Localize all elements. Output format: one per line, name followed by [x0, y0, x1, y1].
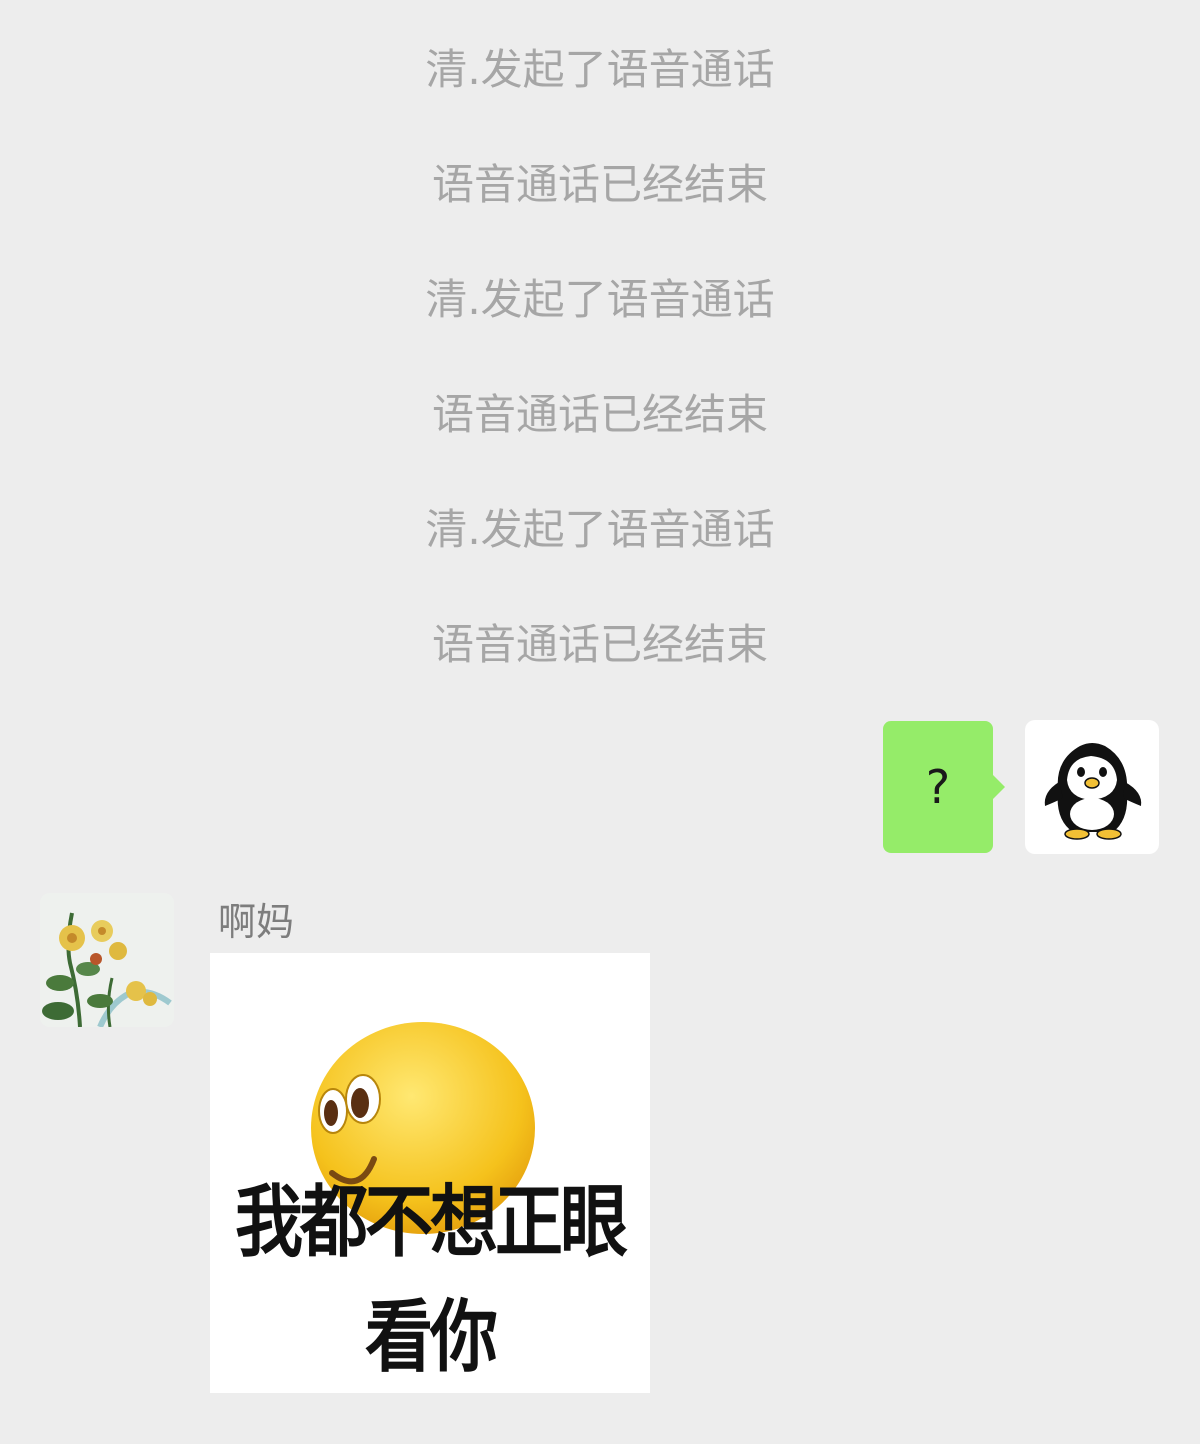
sender-name: 啊妈 [218, 900, 295, 944]
system-message: 清.发起了语音通话 [425, 505, 775, 554]
penguin-icon [1044, 743, 1142, 840]
system-message: 清.发起了语音通话 [425, 275, 775, 324]
my-message-bubble[interactable]: ? [883, 721, 1005, 853]
system-message: 语音通话已经结束 [431, 620, 768, 669]
system-message: 语音通话已经结束 [431, 390, 768, 439]
sticker-message[interactable]: 我都不想正眼看你 [210, 953, 650, 1393]
bubble-tail [992, 774, 1005, 800]
chat-window: 清.发起了语音通话 语音通话已经结束 清.发起了语音通话 语音通话已经结束 清.… [0, 0, 1200, 1444]
my-avatar[interactable] [1025, 720, 1159, 854]
my-message-text: ? [925, 760, 951, 814]
chrysanthemum-painting-icon [40, 893, 174, 1027]
system-message: 清.发起了语音通话 [425, 45, 775, 94]
contact-avatar[interactable] [40, 893, 174, 1027]
sticker-caption: 我都不想正眼看你 [234, 1177, 628, 1384]
system-message: 语音通话已经结束 [431, 160, 768, 209]
